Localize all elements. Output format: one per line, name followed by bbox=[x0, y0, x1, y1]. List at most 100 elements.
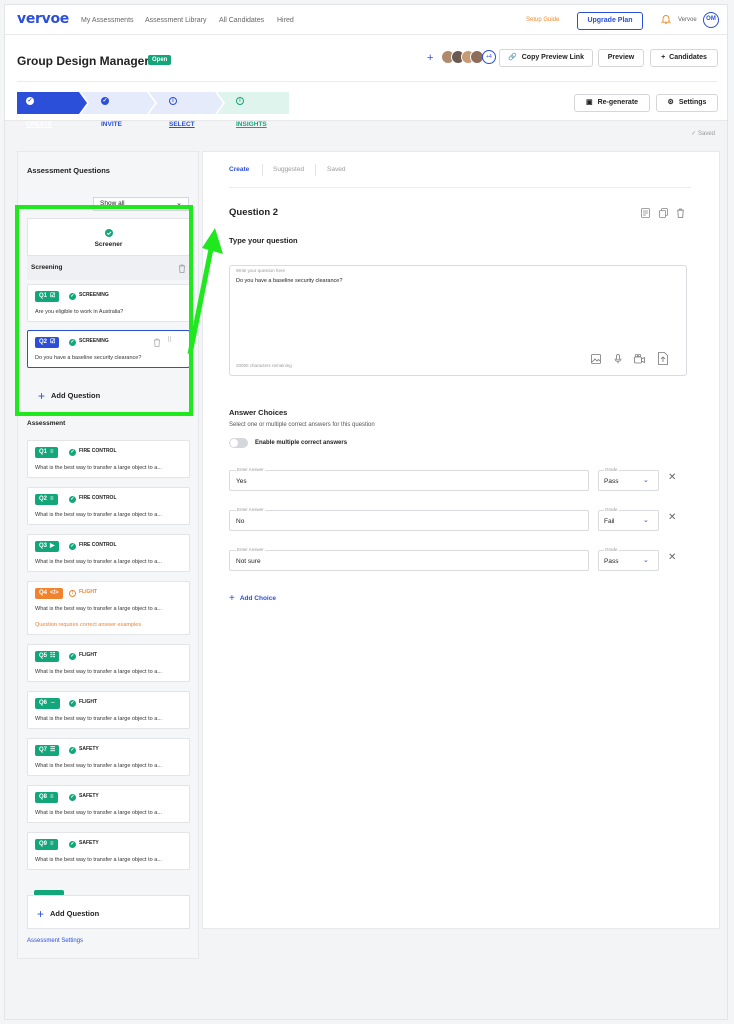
video-icon[interactable] bbox=[634, 354, 645, 364]
step-insights[interactable]: i INSIGHTS bbox=[236, 92, 267, 128]
assessment-question-card[interactable]: Q1 ≡ ✓ FIRE CONTROL What is the best way to … bbox=[27, 440, 190, 478]
upload-file-icon[interactable] bbox=[658, 352, 668, 365]
assessment-question-card[interactable]: Q8 ≡ ✓ SAFETY What is the best way to transf… bbox=[27, 785, 190, 823]
assessment-settings-link[interactable]: Assessment Settings bbox=[27, 938, 83, 944]
status-badge: Open bbox=[148, 55, 172, 65]
preview-button[interactable]: Preview bbox=[598, 49, 644, 67]
copy-preview-link-button[interactable]: 🔗 Copy Preview Link bbox=[499, 49, 593, 67]
nav-hired[interactable]: Hired bbox=[277, 17, 294, 24]
question-placeholder: Write your question here bbox=[236, 268, 285, 273]
tab-suggested[interactable]: Suggested bbox=[273, 166, 304, 173]
bell-icon[interactable] bbox=[661, 14, 671, 24]
candidates-button[interactable]: + Candidates bbox=[650, 49, 718, 67]
question-editor-panel: Create Suggested Saved Question 2 Type y… bbox=[202, 151, 720, 929]
highlight-box bbox=[15, 205, 193, 416]
regenerate-button[interactable]: ▣ Re-generate bbox=[574, 94, 650, 112]
type-question-label: Type your question bbox=[229, 236, 298, 245]
grade-select[interactable]: Grade Fail ⌄ bbox=[598, 507, 659, 531]
category-label: FIRE CONTROL bbox=[79, 495, 117, 501]
answer-choices-title: Answer Choices bbox=[229, 408, 288, 417]
question-textarea[interactable]: Write your question here Do you have a b… bbox=[229, 265, 687, 376]
question-number: Q6 bbox=[39, 700, 48, 706]
multiple-answers-toggle[interactable] bbox=[229, 438, 248, 448]
remove-answer-icon[interactable]: ✕ bbox=[668, 552, 676, 563]
question-number: Q2 bbox=[39, 496, 48, 502]
microphone-icon[interactable] bbox=[614, 354, 622, 364]
question-number-badge: Q8 ≡ bbox=[35, 792, 58, 803]
answer-field[interactable]: Enter Answer Not sure bbox=[229, 547, 589, 571]
assessment-section-header: Assessment bbox=[27, 420, 66, 427]
check-circle-icon: ✓ bbox=[69, 841, 76, 848]
category-label: FLIGHT bbox=[79, 652, 98, 658]
document-icon[interactable] bbox=[641, 208, 650, 218]
answer-field[interactable]: Enter Answer Yes bbox=[229, 467, 589, 491]
user-avatar[interactable]: OM bbox=[703, 12, 719, 28]
tab-saved[interactable]: Saved bbox=[327, 166, 345, 173]
nav-all-candidates[interactable]: All Candidates bbox=[219, 17, 264, 24]
more-avatars-badge[interactable]: +4 bbox=[482, 50, 496, 64]
assessment-question-card[interactable]: Q3 ▶ ✓ FIRE CONTROL What is the best way to … bbox=[27, 534, 190, 572]
upgrade-plan-button[interactable]: Upgrade Plan bbox=[577, 12, 643, 30]
check-circle-icon: ✓ bbox=[69, 653, 76, 660]
add-assessment-question-card[interactable]: + Add Question bbox=[27, 895, 190, 929]
category-label: FIRE CONTROL bbox=[79, 448, 117, 454]
question-type-icon: ☷ bbox=[50, 653, 56, 659]
vervoe-logo[interactable]: vervoe bbox=[17, 11, 69, 27]
saved-indicator: ✓ Saved bbox=[691, 130, 715, 137]
question-type-icon: ⇔ bbox=[50, 700, 57, 706]
add-choice-button[interactable]: + Add Choice bbox=[229, 593, 276, 604]
category-label: SAFETY bbox=[79, 793, 99, 799]
step-invite[interactable]: ✓ INVITE bbox=[101, 92, 122, 128]
assessment-question-card[interactable]: Q7 ☰ ✓ SAFETY What is the best way to transf… bbox=[27, 738, 190, 776]
settings-button[interactable]: ⚙ Settings bbox=[656, 94, 718, 112]
nav-my-assessments[interactable]: My Assessments bbox=[81, 17, 134, 24]
answer-field[interactable]: Enter Answer No bbox=[229, 507, 589, 531]
regenerate-icon: ▣ bbox=[585, 99, 593, 106]
tabs-divider bbox=[229, 187, 691, 188]
grade-select[interactable]: Grade Pass ⌄ bbox=[598, 467, 659, 491]
add-assessment-question-button[interactable]: + Add Question bbox=[37, 907, 99, 921]
check-icon: ✓ bbox=[101, 97, 109, 106]
assessment-question-card[interactable]: Q6 ⇔ ✓ FLIGHT What is the best way to transf… bbox=[27, 691, 190, 729]
trash-icon[interactable] bbox=[676, 208, 685, 218]
question-number-badge: Q6 ⇔ bbox=[35, 698, 61, 709]
setup-guide-link[interactable]: Setup Guide bbox=[526, 17, 559, 23]
grade-label: Grade bbox=[604, 547, 619, 552]
assessment-question-card[interactable]: Q9 ≡ ✓ SAFETY What is the best way to transf… bbox=[27, 832, 190, 870]
answer-value: No bbox=[236, 518, 245, 525]
remove-answer-icon[interactable]: ✕ bbox=[668, 472, 676, 483]
question-number-badge: Q2 ≡ bbox=[35, 494, 58, 505]
question-number: Q7 bbox=[39, 747, 48, 753]
check-icon: ✓ bbox=[26, 97, 34, 106]
nav-assessment-library[interactable]: Assessment Library bbox=[145, 17, 206, 24]
question-type-icon: </> bbox=[50, 590, 59, 596]
add-question-label: Add Question bbox=[50, 909, 100, 918]
panel-title: Assessment Questions bbox=[27, 166, 110, 175]
answer-choices-subtitle: Select one or multiple correct answers f… bbox=[229, 422, 375, 428]
toggle-knob bbox=[230, 439, 238, 447]
answer-value: Not sure bbox=[236, 558, 261, 565]
header-divider bbox=[17, 81, 717, 82]
image-icon[interactable] bbox=[591, 354, 601, 364]
assessment-question-card[interactable]: Q2 ≡ ✓ FIRE CONTROL What is the best way to … bbox=[27, 487, 190, 525]
copy-icon[interactable] bbox=[659, 208, 668, 218]
check-circle-icon: ✓ bbox=[69, 794, 76, 801]
grade-select[interactable]: Grade Pass ⌄ bbox=[598, 547, 659, 571]
answer-value: Yes bbox=[236, 478, 247, 485]
question-text: What is the best way to transfer a large… bbox=[35, 465, 162, 471]
step-select[interactable]: i SELECT bbox=[169, 92, 195, 128]
question-warning: Question requires correct answer example… bbox=[35, 622, 142, 628]
question-number-badge: Q1 ≡ bbox=[35, 447, 58, 458]
step-create[interactable]: ✓ CREATE bbox=[26, 92, 52, 128]
assessment-question-card[interactable]: Q4 </>! FLIGHT What is the best way to tran… bbox=[27, 581, 190, 635]
add-collaborator-icon[interactable]: + bbox=[427, 52, 433, 64]
remove-answer-icon[interactable]: ✕ bbox=[668, 512, 676, 523]
candidates-label: Candidates bbox=[669, 54, 707, 61]
gear-icon: ⚙ bbox=[667, 99, 674, 106]
chevron-down-icon: ⌄ bbox=[643, 477, 649, 484]
tab-create[interactable]: Create bbox=[229, 166, 249, 173]
grade-label: Grade bbox=[604, 507, 619, 512]
page-title: Group Design Manager bbox=[17, 54, 150, 68]
assessment-question-card[interactable]: Q5 ☷ ✓ FLIGHT What is the best way to transf… bbox=[27, 644, 190, 682]
question-category: ✓ SAFETY bbox=[69, 793, 99, 801]
